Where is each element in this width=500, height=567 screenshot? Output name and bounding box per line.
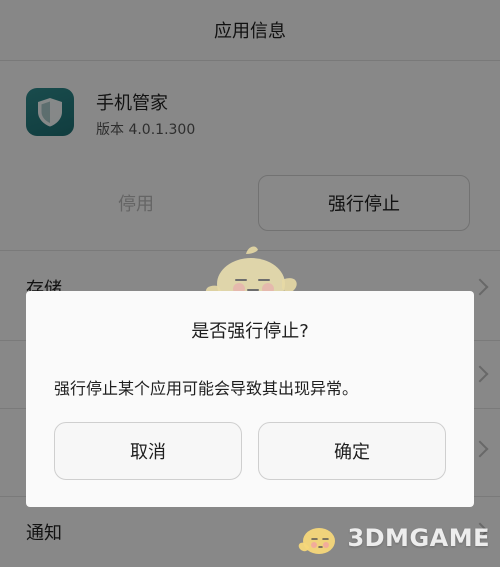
watermark: 3DMGAME <box>295 517 490 559</box>
dialog-message: 强行停止某个应用可能会导致其出现异常。 <box>54 379 359 398</box>
force-stop-dialog: 是否强行停止? 强行停止某个应用可能会导致其出现异常。 取消 确定 <box>26 291 474 507</box>
watermark-text: 3DMGAME <box>347 524 490 552</box>
3dmgame-logo-icon <box>299 528 336 554</box>
app-info-screen: 应用信息 手机管家 版本 4.0.1.300 停用 强行停止 存储 通知 是否强… <box>0 0 500 567</box>
cancel-button[interactable]: 取消 <box>54 422 242 480</box>
dialog-title: 是否强行停止? <box>191 321 309 342</box>
confirm-button[interactable]: 确定 <box>258 422 446 480</box>
